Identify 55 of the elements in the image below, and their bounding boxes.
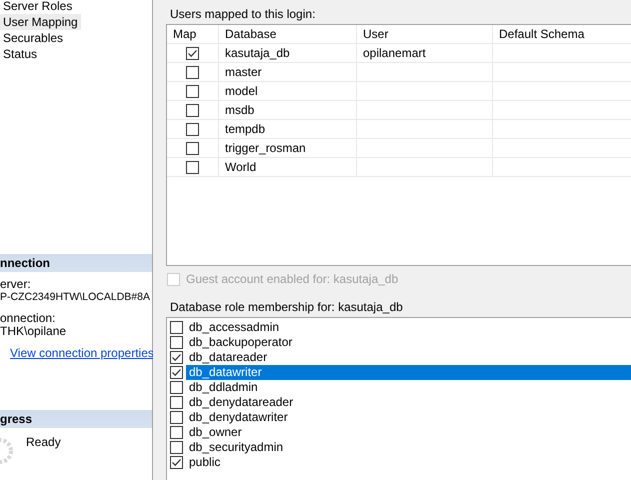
sidebar-item[interactable]: Server Roles <box>0 0 76 14</box>
connection-label: onnection: <box>0 312 56 325</box>
view-connection-properties-link[interactable]: View connection properties <box>10 346 154 360</box>
checkbox[interactable] <box>170 366 183 379</box>
section-label: Database role membership for: kasutaja_db <box>170 300 404 314</box>
section-label: Users mapped to this login: <box>170 7 316 21</box>
checkbox[interactable] <box>170 336 183 349</box>
role-item[interactable]: db_denydatareader <box>186 395 631 410</box>
checkbox[interactable] <box>186 160 199 174</box>
spinner-icon <box>0 436 16 466</box>
checkbox[interactable] <box>170 396 183 409</box>
checkbox[interactable] <box>170 426 183 439</box>
table-cell: master <box>219 63 357 82</box>
column-header[interactable]: Default Schema <box>493 25 631 44</box>
table-cell: opilanemart <box>357 44 493 63</box>
connection-name: THK\opilane <box>0 325 66 338</box>
column-header[interactable]: User <box>357 25 493 44</box>
role-item[interactable]: db_accessadmin <box>186 320 631 335</box>
sidebar-item[interactable]: Status <box>0 46 40 62</box>
column-header[interactable]: Database <box>219 25 357 44</box>
checkbox[interactable] <box>170 321 183 334</box>
sidebar-item[interactable]: Securables <box>0 30 66 46</box>
column-header[interactable]: Map <box>167 25 219 44</box>
role-item[interactable]: db_backupoperator <box>186 335 631 350</box>
table-cell: msdb <box>219 101 357 120</box>
table-cell: tempdb <box>219 120 357 139</box>
checkbox[interactable] <box>186 142 199 154</box>
role-item[interactable]: public <box>186 455 631 470</box>
table-cell: World <box>219 158 357 177</box>
role-item[interactable]: db_datareader <box>186 350 631 365</box>
table-cell: trigger_rosman <box>219 139 357 158</box>
checkbox[interactable] <box>170 411 183 424</box>
role-item[interactable]: db_securityadmin <box>186 440 631 455</box>
server-label: erver: <box>0 278 31 291</box>
checkbox[interactable] <box>170 456 183 469</box>
role-item[interactable]: db_denydatawriter <box>186 410 631 425</box>
checkbox[interactable] <box>170 381 183 394</box>
table-cell: kasutaja_db <box>219 44 357 63</box>
section-header: nnection <box>0 254 152 272</box>
section-header: gress <box>0 410 152 428</box>
checkbox[interactable] <box>186 66 199 78</box>
server-name: P-CZC2349HTW\LOCALDB#8A <box>0 291 150 304</box>
checkbox[interactable] <box>186 104 199 116</box>
checkbox[interactable] <box>186 84 199 98</box>
checkbox[interactable] <box>186 122 199 136</box>
role-item[interactable]: db_ddladmin <box>186 380 631 395</box>
checkbox[interactable] <box>186 46 199 60</box>
role-item[interactable]: db_owner <box>186 425 631 440</box>
checkbox[interactable] <box>170 351 183 364</box>
status-text: Ready <box>26 436 61 449</box>
sidebar-item[interactable]: User Mapping <box>0 14 81 30</box>
table-cell: model <box>219 82 357 101</box>
role-item[interactable]: db_datawriter <box>186 365 631 380</box>
checkbox[interactable] <box>170 441 183 454</box>
guest-account-label: Guest account enabled for: kasutaja_db <box>186 272 398 286</box>
